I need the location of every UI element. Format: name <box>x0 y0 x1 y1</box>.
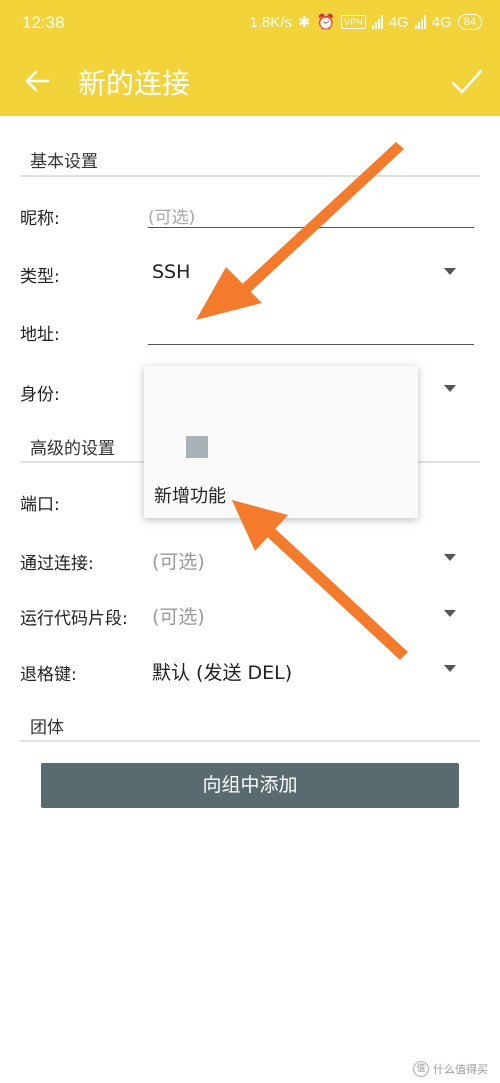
identity-label: 身份: <box>20 385 60 405</box>
section-divider <box>20 740 480 742</box>
nickname-input[interactable]: (可选) <box>148 203 195 228</box>
nickname-underline <box>148 227 474 228</box>
section-group: 团体 <box>30 718 64 738</box>
status-time: 12:38 <box>22 13 65 32</box>
snippet-dropdown-icon[interactable] <box>444 610 456 617</box>
status-bar: 12:38 1.8K/s ✱ ⏰ VPN 4G 4G 84 <box>0 0 500 48</box>
page-title: 新的连接 <box>78 67 191 100</box>
type-label: 类型: <box>20 267 60 287</box>
watermark: 值 什么值得买 <box>413 1061 488 1077</box>
battery-indicator: 84 <box>457 14 482 30</box>
via-select[interactable]: (可选) <box>152 547 205 574</box>
backspace-label: 退格键: <box>20 665 77 685</box>
watermark-text: 什么值得买 <box>433 1063 488 1076</box>
type-dropdown-icon[interactable] <box>444 268 456 275</box>
signal-icon <box>371 15 383 29</box>
alarm-icon: ⏰ <box>316 14 336 31</box>
network-type-1: 4G <box>388 13 409 31</box>
address-label: 地址: <box>20 325 60 345</box>
status-icons: 1.8K/s ✱ ⏰ VPN 4G 4G 84 <box>249 13 482 31</box>
add-to-group-button[interactable]: 向组中添加 <box>41 763 459 808</box>
identity-dropdown-icon[interactable] <box>444 385 456 392</box>
section-basic: 基本设置 <box>30 152 98 172</box>
network-type-2: 4G <box>431 13 452 31</box>
address-input[interactable] <box>148 344 474 345</box>
port-label: 端口: <box>20 495 60 515</box>
via-dropdown-icon[interactable] <box>444 554 456 561</box>
annotation-arrow-bottom <box>232 500 408 660</box>
identity-popup-menu: 新增功能 <box>144 366 418 518</box>
backspace-dropdown-icon[interactable] <box>444 665 456 672</box>
network-speed: 1.8K/s <box>249 13 292 31</box>
popup-item-new-feature[interactable]: 新增功能 <box>154 482 226 508</box>
watermark-logo-icon: 值 <box>413 1061 429 1077</box>
confirm-check-icon[interactable] <box>450 65 484 99</box>
signal-icon-2 <box>414 15 426 29</box>
via-label: 通过连接: <box>20 554 94 574</box>
type-select[interactable]: SSH <box>152 261 190 283</box>
nickname-label: 昵称: <box>20 209 60 229</box>
snippet-label: 运行代码片段: <box>20 609 128 629</box>
new-feature-icon <box>186 436 208 458</box>
back-arrow-icon[interactable] <box>22 66 52 96</box>
app-bar: 新的连接 <box>0 48 500 116</box>
vpn-badge: VPN <box>341 15 366 29</box>
snippet-select[interactable]: (可选) <box>152 602 205 629</box>
bluetooth-icon: ✱ <box>297 14 311 31</box>
backspace-select[interactable]: 默认 (发送 DEL) <box>152 658 292 685</box>
section-divider <box>20 175 480 177</box>
